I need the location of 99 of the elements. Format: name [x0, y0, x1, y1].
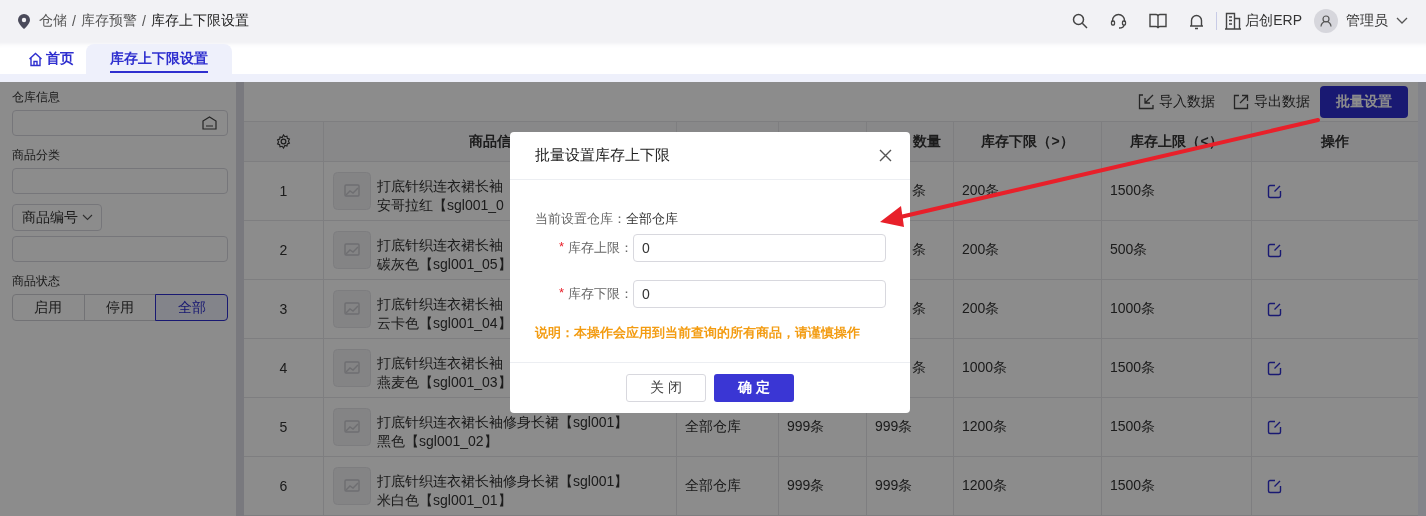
table-cell: 1500条	[1110, 477, 1156, 495]
home-icon	[28, 51, 43, 67]
status-option[interactable]: 启用	[12, 294, 85, 321]
row-number: 2	[244, 221, 324, 279]
table-cell: 条	[912, 300, 926, 318]
input-field[interactable]: 0	[633, 234, 886, 262]
table-cell: 200条	[962, 300, 1000, 318]
batch-settings-button[interactable]: 批量设置	[1320, 85, 1408, 118]
building-icon	[1225, 12, 1242, 30]
code-dropdown[interactable]: 商品编号	[12, 204, 102, 231]
column-header: 库存下限（>）	[954, 122, 1102, 161]
column-header: 操作	[1320, 131, 1350, 151]
table-cell: 1200条	[962, 418, 1008, 436]
required-mark: *	[558, 285, 564, 302]
product-variant: 安哥拉红【sgl001_0	[377, 196, 504, 215]
close-icon[interactable]	[879, 149, 892, 162]
confirm-button[interactable]: 确 定	[714, 374, 794, 402]
table-cell: 999条	[787, 477, 825, 495]
product-name: 打底针织连衣裙长袖修身长裙【sgl001】	[377, 413, 629, 432]
edit-icon[interactable]	[1267, 360, 1282, 376]
page-tab[interactable]: 首页	[16, 44, 86, 74]
breadcrumb-separator: /	[141, 13, 146, 29]
bell-icon[interactable]	[1189, 12, 1205, 30]
product-variant: 云卡色【sgl001_04】	[377, 314, 512, 333]
image-placeholder-icon	[333, 467, 371, 505]
breadcrumb-item[interactable]: 仓储	[39, 12, 67, 30]
status-option[interactable]: 停用	[83, 294, 157, 321]
table-cell: 条	[912, 241, 926, 259]
product-name: 打底针织连衣裙长袖	[377, 354, 504, 373]
table-cell: 999条	[875, 418, 913, 436]
location-pin-icon	[18, 13, 30, 29]
input-field[interactable]: 0	[633, 280, 886, 308]
row-number: 1	[244, 162, 324, 220]
edit-icon[interactable]	[1267, 301, 1282, 317]
row-number: 3	[244, 280, 324, 338]
row-number: 4	[244, 339, 324, 397]
import-icon	[1138, 93, 1154, 110]
table-cell: 1500条	[1110, 359, 1156, 377]
table-cell: 1000条	[1110, 300, 1156, 318]
field-label: 仓库信息	[12, 89, 60, 106]
warehouse-icon	[202, 116, 217, 130]
row-number: 5	[244, 398, 324, 456]
close-button[interactable]: 关 闭	[626, 374, 706, 402]
status-option[interactable]: 全部	[155, 294, 228, 321]
product-name: 打底针织连衣裙长袖	[377, 236, 504, 255]
brand-name[interactable]: 启创ERP	[1245, 12, 1302, 30]
field-label: 商品分类	[12, 147, 60, 164]
table-cell: 1500条	[1110, 418, 1156, 436]
chevron-down-icon	[82, 214, 93, 221]
field-label: 当前设置仓库：	[535, 210, 626, 228]
product-variant: 米白色【sgl001_01】	[377, 491, 513, 510]
table-cell: 条	[912, 182, 926, 200]
table-cell: 999条	[787, 418, 825, 436]
warning-note: 说明：本操作会应用到当前查询的所有商品，请谨慎操作	[535, 324, 861, 342]
warehouse-value: 全部仓库	[626, 210, 678, 228]
book-icon[interactable]	[1149, 13, 1168, 29]
product-variant: 黑色【sgl001_02】	[377, 432, 499, 451]
page-tab[interactable]: 库存上下限设置	[86, 44, 232, 74]
table-cell: 1500条	[1110, 182, 1156, 200]
export-icon	[1233, 93, 1249, 110]
product-name: 打底针织连衣裙长袖修身长裙【sgl001】	[377, 472, 629, 491]
edit-icon[interactable]	[1267, 478, 1282, 494]
settings-icon[interactable]	[276, 134, 291, 149]
headset-icon[interactable]	[1110, 12, 1128, 30]
table-cell: 500条	[1110, 241, 1148, 259]
import-button[interactable]: 导入数据	[1138, 92, 1215, 111]
edit-icon[interactable]	[1267, 242, 1282, 258]
required-mark: *	[558, 239, 564, 256]
table-cell: 全部仓库	[685, 477, 741, 495]
field-label: 商品状态	[12, 273, 60, 290]
breadcrumb-separator: /	[72, 13, 76, 29]
product-name: 打底针织连衣裙长袖	[377, 295, 504, 314]
product-name: 打底针织连衣裙长袖	[377, 177, 504, 196]
search-icon[interactable]	[1072, 13, 1089, 29]
product-variant: 燕麦色【sgl001_03】	[377, 373, 512, 392]
breadcrumb-item[interactable]: 库存预警	[80, 12, 137, 30]
warehouse-field[interactable]	[12, 110, 228, 136]
table-cell: 999条	[875, 477, 913, 495]
chevron-down-icon[interactable]	[1396, 17, 1408, 25]
user-name[interactable]: 管理员	[1346, 12, 1388, 30]
field-label: 库存上限：	[568, 239, 633, 257]
table-cell: 条	[912, 359, 926, 377]
image-placeholder-icon	[333, 290, 371, 328]
image-placeholder-icon	[333, 349, 371, 387]
avatar-icon[interactable]	[1314, 9, 1338, 33]
field-label: 库存下限：	[568, 285, 633, 303]
edit-icon[interactable]	[1267, 183, 1282, 199]
edit-icon[interactable]	[1267, 419, 1282, 435]
table-cell: 200条	[962, 241, 1000, 259]
image-placeholder-icon	[333, 408, 371, 446]
export-button[interactable]: 导出数据	[1233, 92, 1310, 111]
image-placeholder-icon	[333, 231, 371, 269]
row-number: 6	[244, 457, 324, 515]
table-cell: 1000条	[962, 359, 1008, 377]
breadcrumb-item[interactable]: 库存上下限设置	[150, 12, 249, 30]
image-placeholder-icon	[333, 172, 371, 210]
table-cell: 1200条	[962, 477, 1008, 495]
product-variant: 碳灰色【sgl001_05】	[377, 255, 512, 274]
table-cell: 全部仓库	[685, 418, 741, 436]
